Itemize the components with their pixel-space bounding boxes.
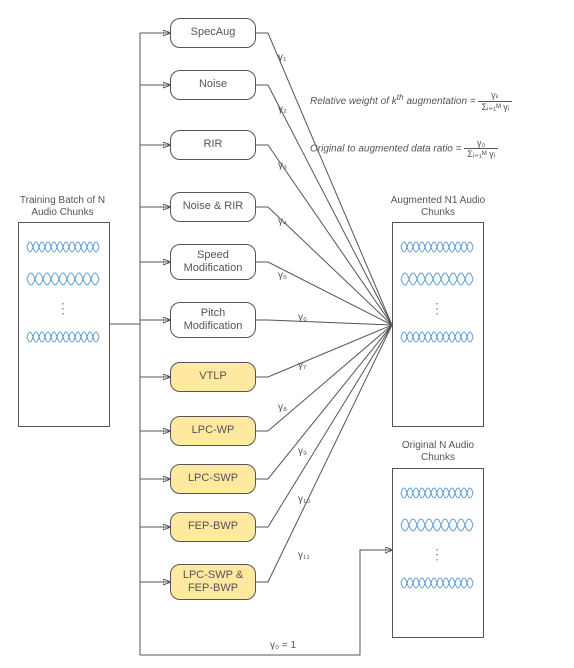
aug-lpc-swp-fep-bwp: LPC-SWP &FEP-BWP (170, 564, 256, 600)
aug-lpc-swp: LPC-SWP (170, 464, 256, 494)
gamma-8: γ₈ (278, 402, 287, 413)
formula-relative-weight: Relative weight of kth augmentation = γₖ… (310, 90, 512, 113)
aug-vtlp: VTLP (170, 362, 256, 392)
aug-noise-rir: Noise & RIR (170, 192, 256, 222)
gamma-4: γ₄ (278, 216, 287, 227)
original-panel-title: Original N Audio Chunks (388, 440, 488, 464)
frac-den: Σᵢ₌₁ᴹ γᵢ (478, 102, 512, 113)
ellipsis-icon: ⋮ (399, 297, 477, 319)
gamma-7: γ₇ (298, 360, 306, 371)
original-audio-panel: ⋮ (392, 468, 484, 638)
waveform-icon (399, 479, 479, 507)
ellipsis-icon: ⋮ (25, 297, 103, 319)
waveform-icon (399, 511, 479, 539)
gamma-10: γ₁₀ (298, 494, 311, 505)
formula-text: augmentation = (404, 96, 476, 107)
gamma-5: γ₅ (278, 270, 287, 281)
aug-specaug: SpecAug (170, 18, 256, 48)
aug-pitch: PitchModification (170, 302, 256, 338)
waveform-icon (399, 323, 479, 351)
gamma-0: γ₀ = 1 (270, 640, 296, 651)
aug-lpc-wp: LPC-WP (170, 416, 256, 446)
formula-data-ratio: Original to augmented data ratio = γ₀ Σᵢ… (310, 138, 498, 160)
frac-num: γₖ (478, 90, 512, 102)
aug-fep-bwp: FEP-BWP (170, 512, 256, 542)
waveform-icon (399, 265, 479, 293)
gamma-2: γ₂ (278, 104, 287, 115)
frac-num: γ₀ (464, 138, 498, 149)
formula-sup: th (397, 92, 404, 102)
aug-speed: SpeedModification (170, 244, 256, 280)
waveform-icon (399, 233, 479, 261)
augmented-panel-title: Augmented N1 Audio Chunks (388, 195, 488, 219)
augmented-audio-panel: ⋮ (392, 222, 484, 427)
gamma-11: γ₁₁ (298, 550, 310, 561)
gamma-6: γ₆ (298, 312, 307, 323)
frac-den: Σᵢ₌₁ᴹ γᵢ (464, 149, 498, 160)
input-panel-title: Training Batch of N Audio Chunks (10, 195, 115, 219)
gamma-1: γ₁ (278, 52, 286, 63)
gamma-9: γ₉ (298, 446, 307, 457)
formula-text: Relative weight of k (310, 96, 397, 107)
input-audio-panel: ⋮ (18, 222, 110, 427)
waveform-icon (25, 265, 105, 293)
waveform-icon (399, 569, 479, 597)
aug-rir: RIR (170, 130, 256, 160)
fraction-icon: γ₀ Σᵢ₌₁ᴹ γᵢ (464, 138, 498, 160)
waveform-icon (25, 323, 105, 351)
waveform-icon (25, 233, 105, 261)
fraction-icon: γₖ Σᵢ₌₁ᴹ γᵢ (478, 90, 512, 113)
aug-noise: Noise (170, 70, 256, 100)
ellipsis-icon: ⋮ (399, 543, 477, 565)
gamma-3: γ₃ (278, 160, 287, 171)
formula-text: Original to augmented data ratio = (310, 144, 461, 155)
